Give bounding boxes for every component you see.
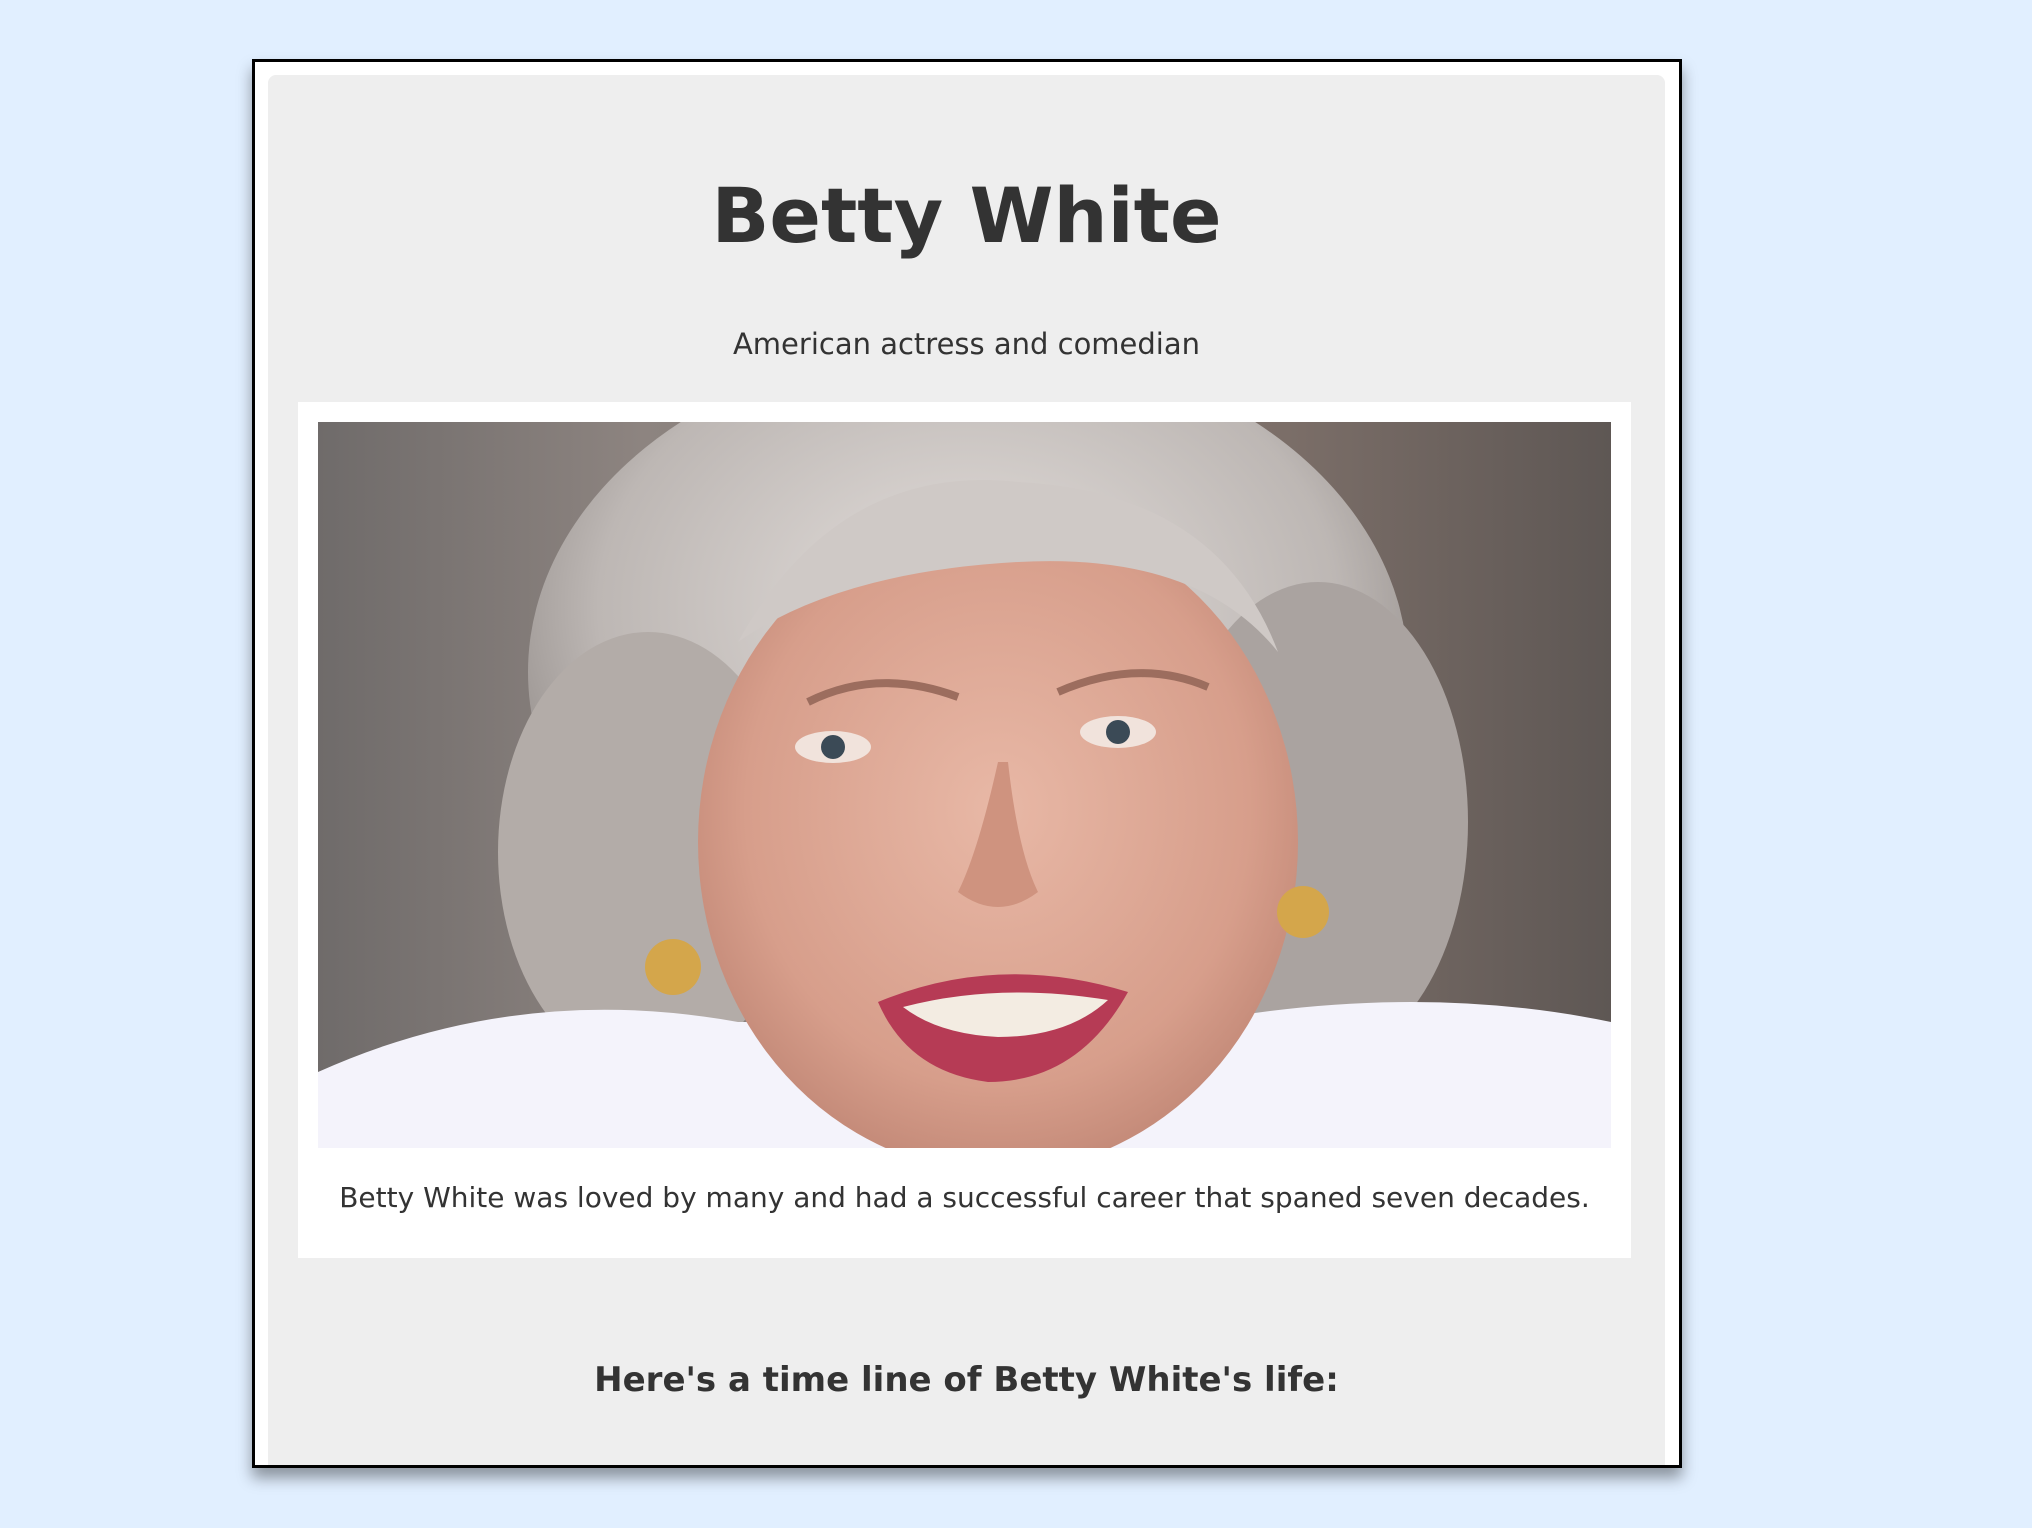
image-container: Betty White was loved by many and had a … [298, 402, 1631, 1258]
page-subtitle: American actress and comedian [732, 327, 1201, 361]
browser-viewport: Betty White American actress and comedia… [252, 59, 1682, 1468]
portrait-photo-illustration [318, 422, 1611, 1148]
timeline-heading: Here's a time line of Betty White's life… [594, 1360, 1339, 1400]
image-caption: Betty White was loved by many and had a … [339, 1181, 1590, 1214]
main-card: Betty White American actress and comedia… [268, 75, 1665, 1465]
portrait-photo [318, 422, 1611, 1148]
page-title: Betty White [711, 171, 1222, 260]
